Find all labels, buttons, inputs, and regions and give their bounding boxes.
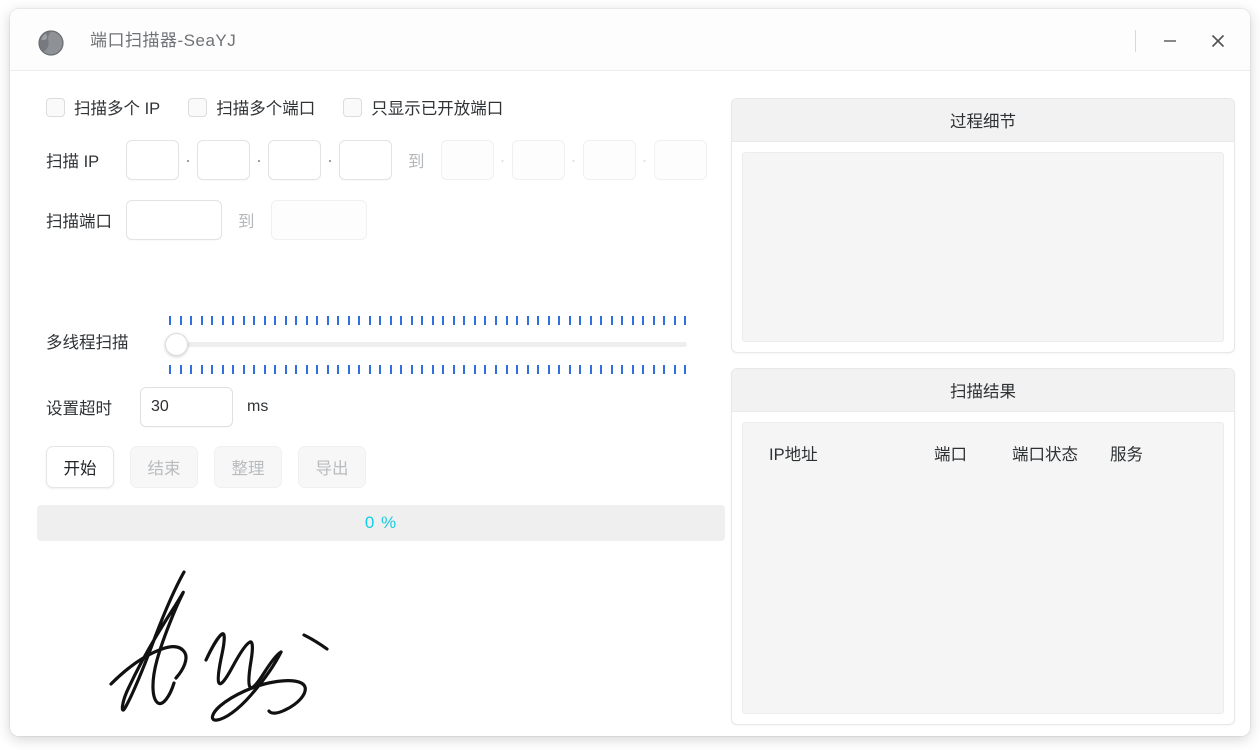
action-buttons: 开始 结束 整理 导出 [46, 446, 382, 488]
scan-ip-row: 扫描 IP · · · 到 · · · [46, 140, 707, 180]
checkbox-open-only[interactable]: 只显示已开放端口 [343, 95, 503, 119]
timeout-input[interactable]: 30 [140, 387, 233, 427]
ip-dot-3: · [327, 150, 333, 170]
ip-end-octet-3[interactable] [582, 140, 636, 180]
ip-end-dot-1: · [499, 150, 506, 170]
globe-icon [38, 30, 64, 56]
column-header-ip: IP地址 [769, 446, 818, 464]
checkbox-multi-ip-box[interactable] [46, 97, 65, 117]
ip-dot-2: · [256, 150, 262, 170]
stop-button[interactable]: 结束 [130, 446, 198, 488]
timeout-row: 设置超时 30 ms [46, 387, 268, 427]
process-detail-panel: 过程细节 [731, 98, 1235, 353]
title-bar: 端口扫描器-SeaYJ [10, 9, 1250, 71]
threads-label: 多线程扫描 [46, 334, 129, 352]
scan-port-label: 扫描端口 [46, 213, 112, 231]
column-header-service: 服务 [1110, 446, 1143, 464]
checkbox-multi-port-label: 扫描多个端口 [216, 100, 316, 118]
progress-label: 0 % [364, 513, 398, 532]
checkbox-multi-port-box[interactable] [188, 97, 208, 117]
ip-end-dot-2: · [570, 150, 577, 170]
scan-result-panel: 扫描结果 IP地址 端口 端口状态 服务 [731, 368, 1235, 725]
organize-button[interactable]: 整理 [214, 446, 282, 488]
ip-dot-1: · [185, 150, 191, 170]
progress-bar: 0 % [37, 505, 725, 541]
port-end-input[interactable] [270, 200, 367, 240]
ip-start-octet-1[interactable] [126, 140, 179, 180]
port-range-separator: 到 [238, 213, 255, 231]
process-detail-textarea[interactable] [742, 152, 1224, 342]
ip-start-octet-3[interactable] [268, 140, 321, 180]
window-title: 端口扫描器-SeaYJ [90, 31, 237, 50]
ip-start-octet-2[interactable] [197, 140, 250, 180]
settings-pane: 扫描多个 IP 扫描多个端口 只显示已开放端口 扫描 IP · · · 到 · … [10, 71, 730, 736]
handwritten-signature-icon [105, 556, 365, 736]
checkbox-open-only-label: 只显示已开放端口 [371, 100, 504, 118]
scan-port-row: 扫描端口 到 [46, 200, 367, 240]
ip-end-octet-1[interactable] [440, 140, 494, 180]
column-header-state: 端口状态 [1012, 446, 1078, 464]
port-start-input[interactable] [126, 200, 222, 240]
timeout-unit: ms [247, 398, 269, 415]
scan-result-header-row: IP地址 端口 端口状态 服务 [743, 423, 1223, 483]
threads-slider[interactable] [165, 316, 687, 374]
app-window: 端口扫描器-SeaYJ 扫描多个 IP 扫描多个端口 只显示已开放端口 扫描 I… [10, 9, 1250, 736]
checkbox-multi-ip[interactable]: 扫描多个 IP [46, 95, 160, 119]
slider-ticks-bottom [169, 365, 687, 374]
ip-end-octet-4[interactable] [653, 140, 707, 180]
window-body: 扫描多个 IP 扫描多个端口 只显示已开放端口 扫描 IP · · · 到 · … [10, 71, 1250, 736]
checkbox-open-only-box[interactable] [343, 97, 363, 117]
threads-label-wrap: 多线程扫描 [46, 329, 129, 353]
minimize-button[interactable] [1152, 23, 1188, 59]
close-button[interactable] [1200, 23, 1236, 59]
options-row: 扫描多个 IP 扫描多个端口 只显示已开放端口 [46, 95, 503, 119]
slider-ticks-top [169, 316, 687, 325]
titlebar-divider [1135, 30, 1136, 52]
ip-end-octet-2[interactable] [511, 140, 565, 180]
process-detail-body-wrap [732, 142, 1234, 352]
column-header-port: 端口 [934, 446, 967, 464]
ip-start-octet-4[interactable] [339, 140, 392, 180]
ip-range-separator: 到 [408, 153, 425, 171]
scan-ip-label: 扫描 IP [46, 153, 100, 171]
slider-handle[interactable] [165, 333, 188, 356]
process-detail-title: 过程细节 [732, 99, 1234, 142]
slider-track[interactable] [171, 342, 687, 347]
scan-result-table[interactable]: IP地址 端口 端口状态 服务 [742, 422, 1224, 714]
scan-result-title: 扫描结果 [732, 369, 1234, 412]
export-button[interactable]: 导出 [298, 446, 366, 488]
start-button[interactable]: 开始 [46, 446, 114, 488]
checkbox-multi-port[interactable]: 扫描多个端口 [188, 95, 315, 119]
scan-result-body-wrap: IP地址 端口 端口状态 服务 [732, 412, 1234, 724]
timeout-label: 设置超时 [46, 400, 112, 418]
checkbox-multi-ip-label: 扫描多个 IP [74, 100, 161, 118]
ip-end-dot-3: · [641, 150, 648, 170]
